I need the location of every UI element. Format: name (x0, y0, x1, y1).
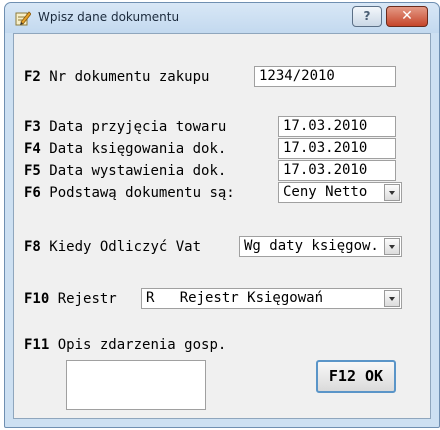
f5-key: F5 (24, 163, 41, 179)
f6-key: F6 (24, 185, 41, 201)
f2-key: F2 (24, 69, 41, 85)
f5-row-label: F5 Data wystawienia dok. (24, 162, 226, 180)
document-number-input[interactable]: 1234/2010 (254, 66, 396, 87)
issue-date-input[interactable]: 17.03.2010 (278, 160, 396, 181)
f5-label: Data wystawienia dok. (49, 163, 227, 179)
f4-key: F4 (24, 141, 41, 157)
chevron-down-icon[interactable] (384, 238, 400, 255)
f10-label: Rejestr (57, 291, 117, 307)
f2-row-label: F2 Nr dokumentu zakupu (24, 68, 209, 86)
chevron-down-icon[interactable] (384, 290, 400, 307)
window-title: Wpisz dane dokumentu (38, 10, 180, 24)
f8-key: F8 (24, 239, 41, 255)
close-button[interactable]: ✕ (386, 6, 428, 27)
f10-row-label: F10 Rejestr (24, 290, 117, 308)
f11-key: F11 (24, 337, 50, 353)
register-value: R Rejestr Księgowań (146, 290, 324, 306)
f6-label: Podstawą dokumentu są: (49, 185, 235, 201)
f8-label: Kiedy Odliczyć Vat (49, 239, 202, 255)
f11-row-label: F11 Opis zdarzenia gosp. (24, 336, 226, 354)
f6-row-label: F6 Podstawą dokumentu są: (24, 184, 235, 202)
dialog-window: Wpisz dane dokumentu ? ✕ F2 Nr dokumentu… (4, 2, 440, 428)
f8-row-label: F8 Kiedy Odliczyć Vat (24, 238, 201, 256)
f10-key: F10 (24, 291, 50, 307)
f11-label: Opis zdarzenia gosp. (57, 337, 227, 353)
f4-row-label: F4 Data księgowania dok. (24, 140, 226, 158)
register-select[interactable]: R Rejestr Księgowań (141, 288, 402, 309)
form-panel: F2 Nr dokumentu zakupu 1234/2010 F3 Data… (13, 33, 431, 419)
price-basis-select[interactable]: Ceny Netto (278, 182, 402, 203)
f4-label: Data księgowania dok. (49, 141, 227, 157)
f3-row-label: F3 Data przyjęcia towaru (24, 118, 226, 136)
booking-date-input[interactable]: 17.03.2010 (278, 138, 396, 159)
f3-key: F3 (24, 119, 41, 135)
ok-button[interactable]: F12 OK (316, 360, 396, 393)
event-description-textarea[interactable] (66, 360, 206, 410)
vat-deduction-value: Wg daty księgow. (244, 238, 379, 254)
chevron-down-icon[interactable] (384, 184, 400, 201)
price-basis-value: Ceny Netto (283, 184, 368, 200)
help-button[interactable]: ? (352, 6, 382, 27)
receipt-date-input[interactable]: 17.03.2010 (278, 116, 396, 137)
notepad-pencil-icon (15, 11, 31, 26)
vat-deduction-select[interactable]: Wg daty księgow. (239, 236, 402, 257)
title-bar[interactable]: Wpisz dane dokumentu ? ✕ (5, 3, 439, 33)
f2-label: Nr dokumentu zakupu (49, 69, 210, 85)
f3-label: Data przyjęcia towaru (49, 119, 227, 135)
